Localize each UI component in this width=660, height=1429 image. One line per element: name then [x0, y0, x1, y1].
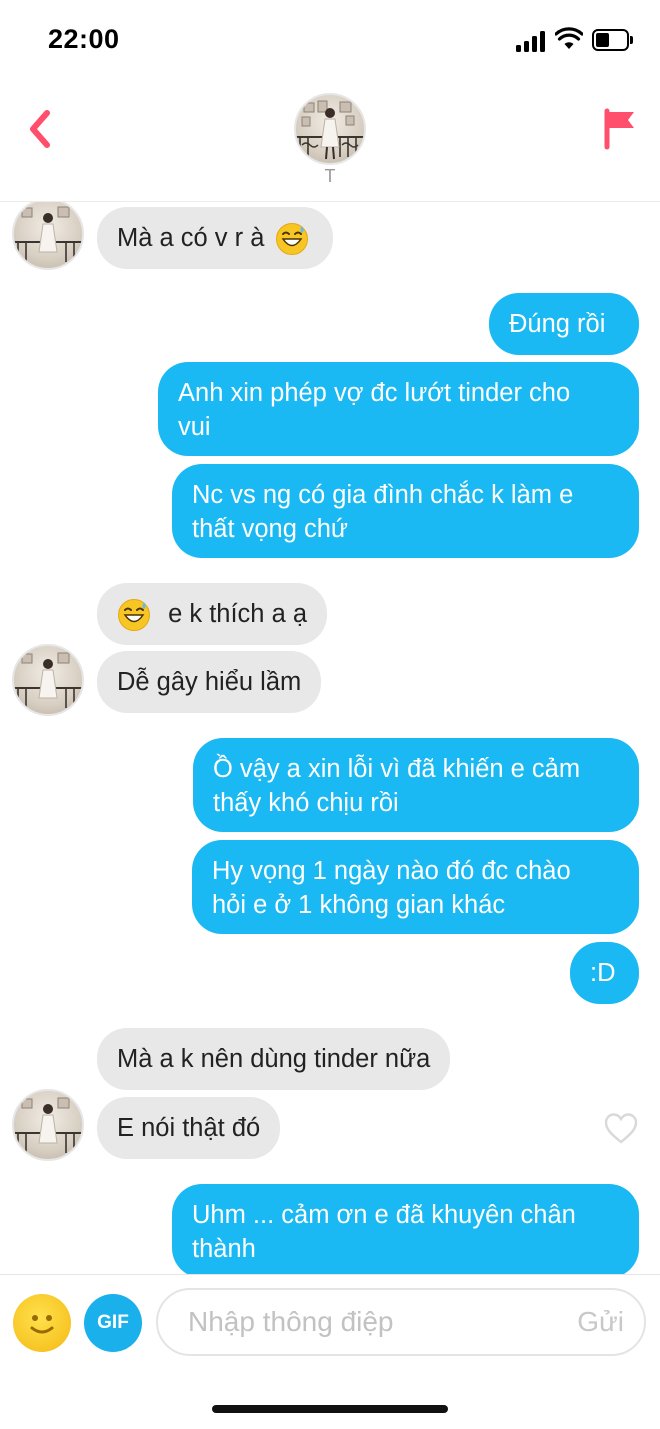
message-text-line: thấy khó chịu rồi [213, 789, 399, 817]
message-list[interactable]: Mà a có v r à Đúng rồi Anh xin phép vợ đ… [0, 202, 660, 1274]
sweat-smile-emoji [118, 599, 150, 632]
status-bar: 22:00 [0, 0, 660, 80]
message-text: Mà a có v r à [117, 224, 265, 252]
message-text-line: Uhm ... cảm ơn e đã khuyên chân [192, 1201, 576, 1229]
message-text: E nói thật đó [117, 1114, 261, 1142]
chat-header: T [0, 80, 660, 202]
battery-icon [592, 29, 634, 51]
status-time: 22:00 [48, 24, 120, 54]
send-button[interactable]: Gửi [577, 1306, 624, 1338]
cellular-signal-icon [516, 30, 548, 52]
message-text: :D [590, 959, 616, 987]
sweat-smile-emoji [276, 223, 309, 256]
message-text: Mà a k nên dùng tinder nữa [117, 1045, 431, 1073]
message-text-line: thất vọng chứ [192, 515, 349, 543]
back-button[interactable] [20, 106, 60, 152]
gif-button[interactable]: GIF [84, 1294, 142, 1352]
match-avatar-small[interactable] [12, 1089, 84, 1161]
flag-icon [604, 108, 634, 150]
message-bubble-outgoing[interactable]: Nc vs ng có gia đình chắc k làm e thất v… [172, 464, 639, 558]
report-button[interactable] [600, 106, 640, 152]
message-bubble-incoming[interactable]: e k thích a ạ [97, 583, 328, 645]
home-indicator [212, 1405, 448, 1413]
message-text-line: vui [178, 413, 211, 441]
message-text-line: Ồ vậy a xin lỗi vì đã khiến e cảm [213, 755, 581, 783]
message-text: e k thích a ạ [168, 600, 308, 628]
message-text-line: Nc vs ng có gia đình chắc k làm e [192, 481, 574, 509]
message-input-box[interactable]: Gửi [156, 1288, 646, 1356]
message-bubble-outgoing[interactable]: Uhm ... cảm ơn e đã khuyên chân thành [172, 1184, 639, 1274]
chat-screen: 22:00 T Mà a có v r à Đúng rồi Anh xin p… [0, 0, 660, 1429]
chevron-left-icon [30, 110, 50, 148]
message-text: Dễ gây hiểu lầm [117, 668, 302, 696]
message-text: Đúng rồi [509, 310, 606, 338]
match-name: T [324, 166, 336, 186]
message-bubble-outgoing[interactable]: Đúng rồi [489, 293, 639, 355]
match-avatar[interactable] [294, 93, 366, 165]
message-bubble-outgoing[interactable]: Hy vọng 1 ngày nào đó đc chào hỏi e ở 1 … [192, 840, 639, 934]
message-bubble-outgoing[interactable]: :D [570, 942, 639, 1004]
message-bubble-incoming[interactable]: Mà a có v r à [97, 207, 334, 269]
heart-like-icon[interactable] [603, 1111, 639, 1145]
message-bubble-incoming[interactable]: Mà a k nên dùng tinder nữa [97, 1028, 451, 1090]
message-bubble-incoming[interactable]: E nói thật đó [97, 1097, 281, 1159]
message-bubble-incoming[interactable]: Dễ gây hiểu lầm [97, 651, 322, 713]
message-bubble-outgoing[interactable]: Ồ vậy a xin lỗi vì đã khiến e cảm thấy k… [193, 738, 639, 832]
message-input[interactable] [188, 1300, 538, 1344]
message-composer: GIF Gửi [0, 1274, 660, 1429]
smiley-icon [30, 1315, 54, 1334]
message-text-line: Hy vọng 1 ngày nào đó đc chào [212, 857, 571, 885]
message-text-line: hỏi e ở 1 không gian khác [212, 891, 506, 919]
message-text-line: thành [192, 1235, 256, 1263]
message-text-line: Anh xin phép vợ đc lướt tinder cho [178, 379, 571, 407]
match-avatar-small[interactable] [12, 644, 84, 716]
emoji-picker-button[interactable] [13, 1294, 71, 1352]
wifi-icon [555, 27, 583, 49]
message-bubble-outgoing[interactable]: Anh xin phép vợ đc lướt tinder cho vui [158, 362, 639, 456]
match-avatar-small[interactable] [12, 202, 84, 270]
